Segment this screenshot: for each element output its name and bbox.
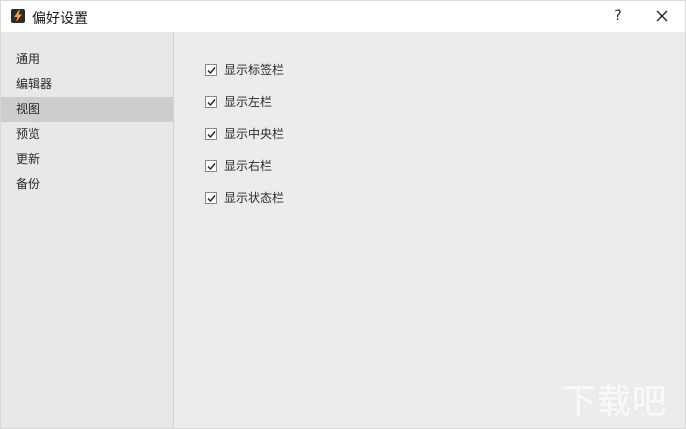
- view-settings-panel: 显示标签栏 显示左栏 显示中央栏 显示右栏 显示状态栏 下载吧: [174, 32, 685, 428]
- checkmark-icon: [207, 163, 216, 171]
- sidebar-item-update[interactable]: 更新: [1, 147, 173, 172]
- checkbox[interactable]: [205, 192, 217, 204]
- checkbox-label: 显示中央栏: [224, 127, 285, 141]
- close-icon: [656, 10, 668, 22]
- checkbox-label: 显示左栏: [224, 95, 273, 109]
- checkbox-label: 显示标签栏: [224, 63, 285, 77]
- checkbox[interactable]: [205, 160, 217, 172]
- sidebar: 通用 编辑器 视图 预览 更新 备份: [1, 32, 174, 428]
- preferences-window: 偏好设置 ? 通用 编辑器 视图 预览 更新 备份 显示标签栏 显示左栏 显示中…: [0, 0, 686, 429]
- title-bar[interactable]: 偏好设置 ?: [1, 1, 685, 32]
- checkbox[interactable]: [205, 96, 217, 108]
- checkmark-icon: [207, 67, 216, 75]
- sidebar-item-editor[interactable]: 编辑器: [1, 72, 173, 97]
- checkmark-icon: [207, 195, 216, 203]
- sidebar-item-general[interactable]: 通用: [1, 47, 173, 72]
- checkbox-label: 显示状态栏: [224, 191, 285, 205]
- checkmark-icon: [207, 99, 216, 107]
- window-title: 偏好设置: [32, 11, 88, 27]
- checkbox-label: 显示右栏: [224, 159, 273, 173]
- lightning-icon: [11, 9, 25, 23]
- watermark: 下载吧: [562, 382, 667, 422]
- close-button[interactable]: [647, 5, 677, 27]
- sidebar-item-backup[interactable]: 备份: [1, 172, 173, 197]
- checkbox[interactable]: [205, 64, 217, 76]
- checkmark-icon: [207, 131, 216, 139]
- help-button[interactable]: ?: [605, 5, 631, 27]
- sidebar-item-view[interactable]: 视图: [1, 97, 173, 122]
- checkbox[interactable]: [205, 128, 217, 140]
- sidebar-item-preview[interactable]: 预览: [1, 122, 173, 147]
